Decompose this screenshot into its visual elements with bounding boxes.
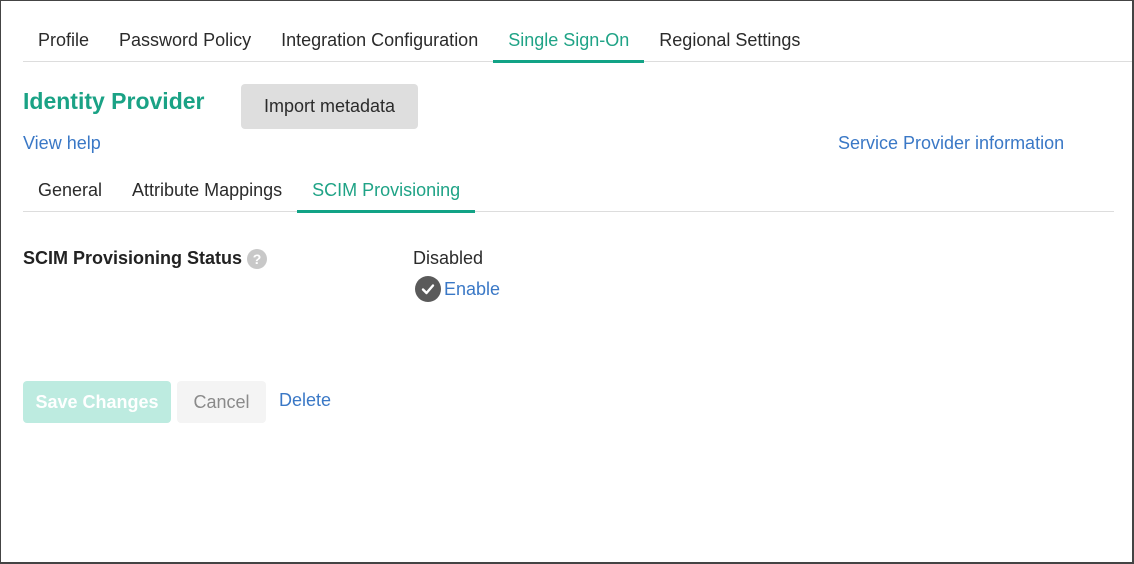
sub-tab-bar: General Attribute Mappings SCIM Provisio… (23, 173, 1114, 213)
cancel-button[interactable]: Cancel (177, 381, 266, 423)
tab-integration-configuration[interactable]: Integration Configuration (266, 23, 493, 62)
tab-general[interactable]: General (23, 173, 117, 212)
view-help-link[interactable]: View help (23, 133, 101, 154)
tab-password-policy[interactable]: Password Policy (104, 23, 266, 62)
tab-single-sign-on[interactable]: Single Sign-On (493, 23, 645, 63)
service-provider-information-link[interactable]: Service Provider information (838, 133, 1064, 154)
import-metadata-button[interactable]: Import metadata (241, 84, 418, 129)
scim-status-label-row: SCIM Provisioning Status ? (23, 248, 268, 269)
delete-link[interactable]: Delete (279, 390, 331, 411)
save-changes-button[interactable]: Save Changes (23, 381, 171, 423)
top-tab-bar: Profile Password Policy Integration Conf… (23, 23, 1132, 63)
check-circle-icon (415, 276, 441, 302)
tab-regional-settings[interactable]: Regional Settings (644, 23, 815, 62)
tab-profile[interactable]: Profile (23, 23, 104, 62)
page-title: Identity Provider (23, 88, 205, 114)
settings-window: Profile Password Policy Integration Conf… (0, 0, 1134, 564)
enable-button[interactable]: Enable (415, 276, 500, 302)
enable-label: Enable (444, 278, 501, 299)
scim-status-value: Disabled (413, 248, 484, 268)
tab-attribute-mappings[interactable]: Attribute Mappings (117, 173, 297, 212)
scim-status-label: SCIM Provisioning Status (23, 248, 243, 268)
tab-scim-provisioning[interactable]: SCIM Provisioning (297, 173, 476, 213)
question-circle-icon[interactable]: ? (247, 248, 268, 269)
